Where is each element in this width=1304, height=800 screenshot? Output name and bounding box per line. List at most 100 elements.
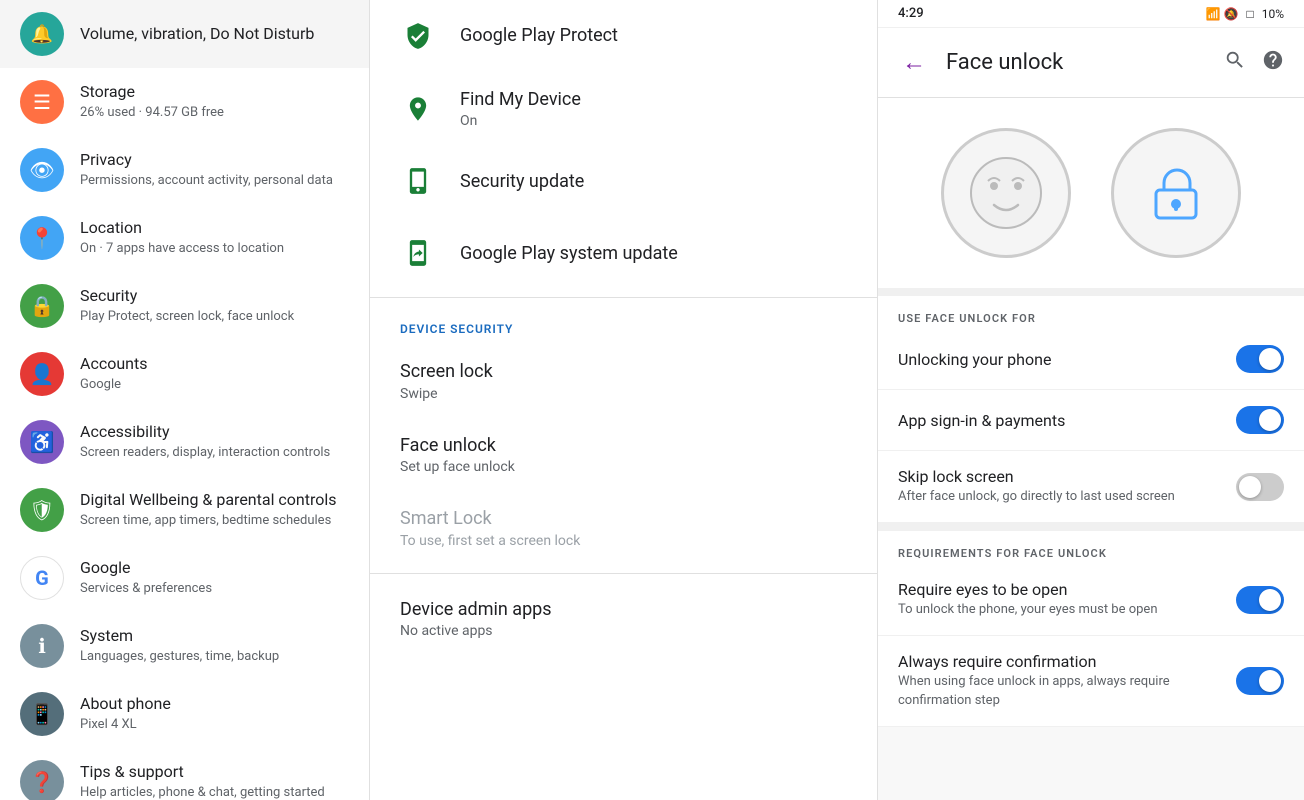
device-admin-apps-subtitle: No active apps xyxy=(400,623,552,639)
toggle-knob-3 xyxy=(1239,476,1261,498)
digital-wellbeing-icon: 🛡 xyxy=(20,488,64,532)
sidebar-digital-wellbeing-title: Digital Wellbeing & parental controls xyxy=(80,490,337,511)
always-require-confirmation-title: Always require confirmation xyxy=(898,652,1220,671)
sidebar-item-about-phone[interactable]: 📱 About phone Pixel 4 XL xyxy=(0,680,369,748)
sidebar-item-google[interactable]: G Google Services & preferences xyxy=(0,544,369,612)
lock-icon-circle xyxy=(1111,128,1241,258)
toggle-knob-2 xyxy=(1259,409,1281,431)
require-eyes-open-toggle[interactable] xyxy=(1236,586,1284,614)
play-protect-icon xyxy=(400,18,436,54)
status-icons: 📶 🔕 xyxy=(1206,7,1239,21)
find-my-device-item[interactable]: Find My Device On xyxy=(370,72,877,145)
sidebar-system-subtitle: Languages, gestures, time, backup xyxy=(80,649,279,666)
security-icon: 🔒 xyxy=(20,284,64,328)
accounts-icon: 👤 xyxy=(20,352,64,396)
sidebar-item-accounts[interactable]: 👤 Accounts Google xyxy=(0,340,369,408)
sidebar-security-subtitle: Play Protect, screen lock, face unlock xyxy=(80,309,294,326)
unlocking-phone-row[interactable]: Unlocking your phone xyxy=(878,329,1304,390)
face-illustrations xyxy=(878,98,1304,288)
requirements-label: REQUIREMENTS FOR FACE UNLOCK xyxy=(878,531,1304,564)
security-update-icon xyxy=(400,163,436,199)
sidebar-volume-title: Volume, vibration, Do Not Disturb xyxy=(80,24,314,45)
status-time: 4:29 xyxy=(898,6,924,21)
skip-lock-screen-title: Skip lock screen xyxy=(898,467,1220,486)
sidebar-tips-support-title: Tips & support xyxy=(80,762,325,783)
sidebar-security-title: Security xyxy=(80,286,294,307)
accessibility-icon: ♿ xyxy=(20,420,64,464)
privacy-icon: 👁 xyxy=(20,148,64,192)
always-require-confirmation-subtitle: When using face unlock in apps, always r… xyxy=(898,673,1220,709)
find-my-device-subtitle: On xyxy=(460,113,581,129)
device-admin-apps-title: Device admin apps xyxy=(400,598,552,621)
face-icon-circle xyxy=(941,128,1071,258)
skip-lock-screen-row[interactable]: Skip lock screen After face unlock, go d… xyxy=(878,451,1304,523)
location-icon: 📍 xyxy=(20,216,64,260)
tips-support-icon: ❓ xyxy=(20,760,64,800)
play-protect-item[interactable]: Google Play Protect xyxy=(370,0,877,72)
sidebar-google-title: Google xyxy=(80,558,212,579)
security-update-item[interactable]: Security update xyxy=(370,145,877,217)
play-system-update-title: Google Play system update xyxy=(460,242,678,265)
help-icon[interactable] xyxy=(1262,49,1284,76)
sidebar-item-system[interactable]: ℹ System Languages, gestures, time, back… xyxy=(0,612,369,680)
toggle-knob xyxy=(1259,348,1281,370)
use-face-unlock-label: USE FACE UNLOCK FOR xyxy=(878,296,1304,329)
sidebar-privacy-subtitle: Permissions, account activity, personal … xyxy=(80,173,333,190)
app-signin-row[interactable]: App sign-in & payments xyxy=(878,390,1304,451)
sidebar-item-tips-support[interactable]: ❓ Tips & support Help articles, phone & … xyxy=(0,748,369,800)
divider-2 xyxy=(370,573,877,574)
toggle-knob-5 xyxy=(1259,670,1281,692)
sidebar-accounts-title: Accounts xyxy=(80,354,147,375)
back-button[interactable]: ← xyxy=(898,44,930,81)
always-require-confirmation-toggle[interactable] xyxy=(1236,667,1284,695)
use-face-unlock-section: USE FACE UNLOCK FOR Unlocking your phone… xyxy=(878,296,1304,523)
smart-lock-title: Smart Lock xyxy=(400,507,580,530)
sidebar-item-security[interactable]: 🔒 Security Play Protect, screen lock, fa… xyxy=(0,272,369,340)
find-my-device-icon xyxy=(400,91,436,127)
status-bar: 4:29 📶 🔕 □ 10% xyxy=(878,0,1304,28)
sidebar-about-phone-subtitle: Pixel 4 XL xyxy=(80,717,171,734)
unlocking-phone-toggle[interactable] xyxy=(1236,345,1284,373)
app-signin-toggle[interactable] xyxy=(1236,406,1284,434)
skip-lock-screen-toggle[interactable] xyxy=(1236,473,1284,501)
sidebar-item-digital-wellbeing[interactable]: 🛡 Digital Wellbeing & parental controls … xyxy=(0,476,369,544)
status-battery: □ xyxy=(1246,7,1253,21)
requirements-section: REQUIREMENTS FOR FACE UNLOCK Require eye… xyxy=(878,531,1304,727)
search-icon[interactable] xyxy=(1224,49,1246,76)
battery-percent: 10% xyxy=(1262,7,1284,21)
sidebar-digital-wellbeing-subtitle: Screen time, app timers, bedtime schedul… xyxy=(80,513,337,530)
require-eyes-open-row[interactable]: Require eyes to be open To unlock the ph… xyxy=(878,564,1304,636)
sidebar-storage-title: Storage xyxy=(80,82,224,103)
sidebar-item-location[interactable]: 📍 Location On · 7 apps have access to lo… xyxy=(0,204,369,272)
device-admin-apps-item[interactable]: Device admin apps No active apps xyxy=(370,582,877,655)
section-gap-1 xyxy=(878,288,1304,296)
smart-lock-item[interactable]: Smart Lock To use, first set a screen lo… xyxy=(370,491,877,564)
find-my-device-title: Find My Device xyxy=(460,88,581,111)
toggle-knob-4 xyxy=(1259,589,1281,611)
sidebar-item-privacy[interactable]: 👁 Privacy Permissions, account activity,… xyxy=(0,136,369,204)
sidebar-item-accessibility[interactable]: ♿ Accessibility Screen readers, display,… xyxy=(0,408,369,476)
security-settings-panel: Google Play Protect Find My Device On Se… xyxy=(370,0,878,800)
storage-icon: ☰ xyxy=(20,80,64,124)
play-system-update-icon xyxy=(400,235,436,271)
play-system-update-item[interactable]: Google Play system update xyxy=(370,217,877,289)
sidebar-item-storage[interactable]: ☰ Storage 26% used · 94.57 GB free xyxy=(0,68,369,136)
sidebar-about-phone-title: About phone xyxy=(80,694,171,715)
require-eyes-open-subtitle: To unlock the phone, your eyes must be o… xyxy=(898,601,1220,619)
screen-lock-title: Screen lock xyxy=(400,360,493,383)
screen-lock-subtitle: Swipe xyxy=(400,386,493,402)
skip-lock-screen-subtitle: After face unlock, go directly to last u… xyxy=(898,488,1220,506)
smart-lock-subtitle: To use, first set a screen lock xyxy=(400,533,580,549)
always-require-confirmation-row[interactable]: Always require confirmation When using f… xyxy=(878,636,1304,726)
face-unlock-page-title: Face unlock xyxy=(946,50,1063,75)
volume-icon: 🔔 xyxy=(20,12,64,56)
google-icon: G xyxy=(20,556,64,600)
device-security-label: DEVICE SECURITY xyxy=(370,306,877,344)
face-unlock-panel: 4:29 📶 🔕 □ 10% ← Face unlock xyxy=(878,0,1304,800)
require-eyes-open-title: Require eyes to be open xyxy=(898,580,1220,599)
sidebar-accessibility-title: Accessibility xyxy=(80,422,330,443)
system-icon: ℹ xyxy=(20,624,64,668)
sidebar-item-volume[interactable]: 🔔 Volume, vibration, Do Not Disturb xyxy=(0,0,369,68)
screen-lock-item[interactable]: Screen lock Swipe xyxy=(370,344,877,417)
face-unlock-item[interactable]: Face unlock Set up face unlock xyxy=(370,418,877,491)
